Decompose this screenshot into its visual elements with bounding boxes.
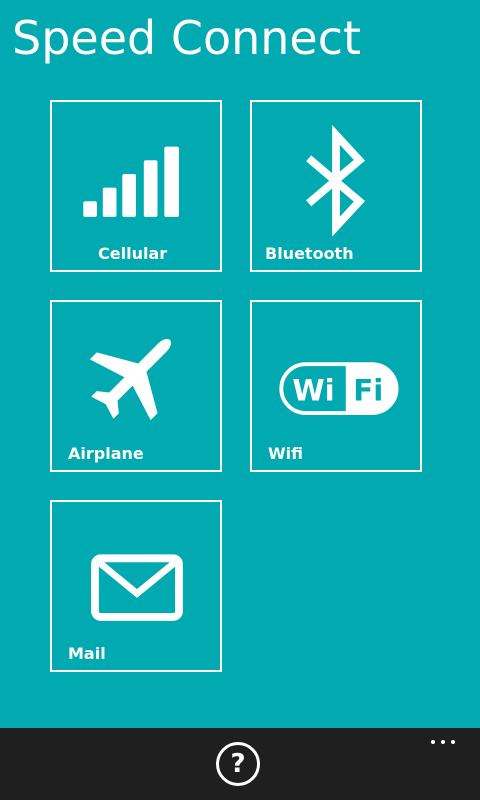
tile-label: Wifi [268,444,303,463]
tile-label: Airplane [68,444,144,463]
dot [451,740,455,744]
mail-icon [91,554,183,621]
dot [431,740,435,744]
more-dots-icon[interactable] [428,736,458,750]
help-button[interactable]: ? [216,742,260,786]
dot [441,740,445,744]
tile-label: Cellular [98,244,168,263]
tile-cellular[interactable]: Cellular [50,100,222,272]
svg-text:Wi: Wi [292,373,334,407]
wifi-icon: Wi Fi [279,362,399,415]
page-title: Speed Connect [12,11,362,65]
tile-bluetooth[interactable]: Bluetooth [250,100,422,272]
svg-text:Fi: Fi [353,373,383,407]
airplane-icon [89,338,172,421]
tile-wifi[interactable]: Wi Fi Wifi [250,300,422,472]
tile-label: Bluetooth [265,244,354,263]
tile-label: Mail [68,644,106,663]
tile-airplane[interactable]: Airplane [50,300,222,472]
cellular-signal-icon [83,146,179,217]
app-bar: ? [0,728,480,800]
bluetooth-icon [306,124,366,237]
tile-mail[interactable]: Mail [50,500,222,672]
